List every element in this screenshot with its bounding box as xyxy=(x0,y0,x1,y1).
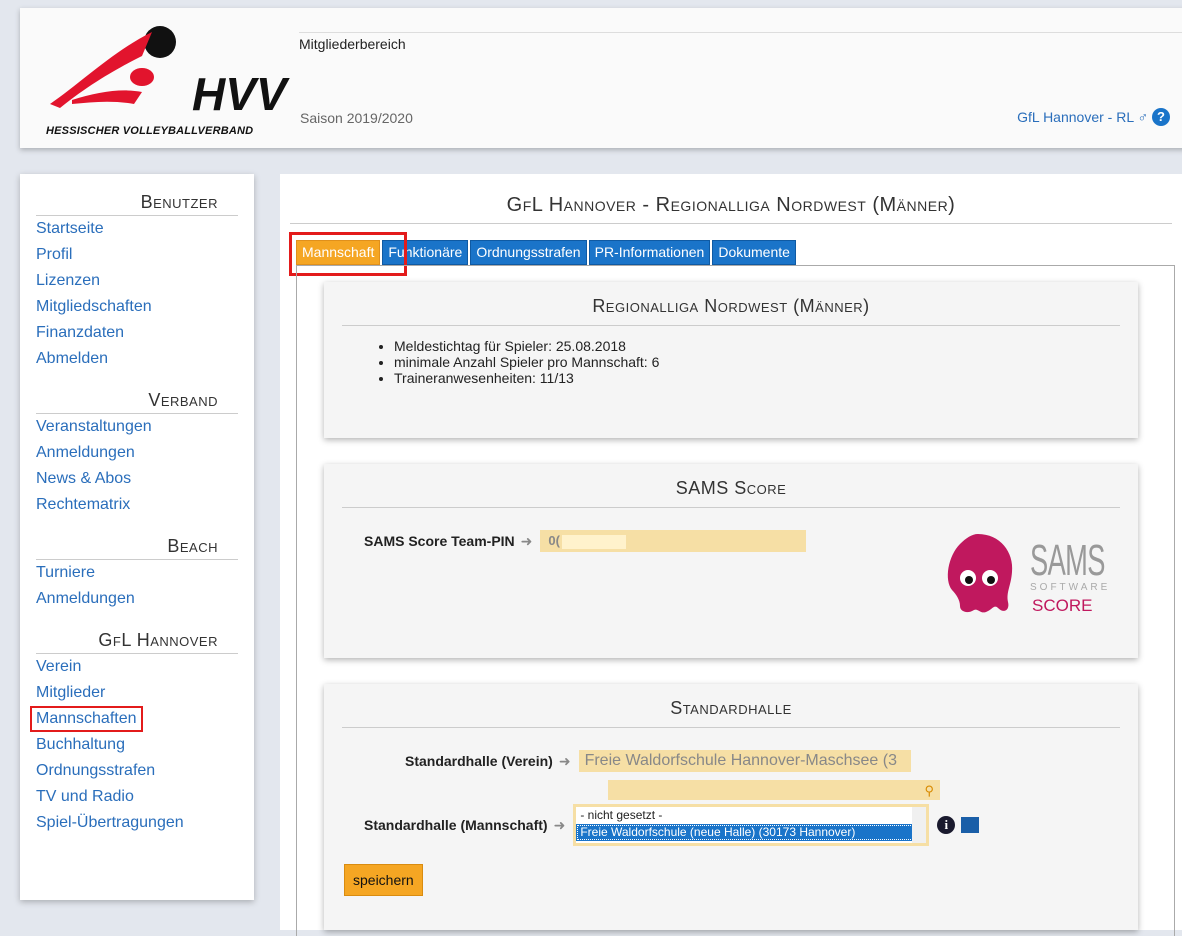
league-card-title: Regionalliga Nordwest (Männer) xyxy=(342,296,1120,326)
sidebar-item-ordnungsstrafen[interactable]: Ordnungsstrafen xyxy=(20,758,254,784)
team-selector[interactable]: GfL Hannover - RL ♂ ? xyxy=(1017,108,1170,126)
sams-logo-sub: SOFTWARE xyxy=(1030,582,1111,593)
sidebar-item-profil[interactable]: Profil xyxy=(20,242,254,268)
mannschaft-hall-label: Standardhalle (Mannschaft) xyxy=(364,817,548,833)
sidebar-item-mannschaften[interactable]: Mannschaften xyxy=(30,706,143,732)
list-item: minimale Anzahl Spieler pro Mannschaft: … xyxy=(394,354,1138,370)
sams-score-logo: SAMS SOFTWARE SCORE xyxy=(938,526,1118,626)
sidebar-item-tv-radio[interactable]: TV und Radio xyxy=(20,784,254,810)
sidebar-section-title: Verband xyxy=(36,390,238,414)
league-info-list: Meldestichtag für Spieler: 25.08.2018 mi… xyxy=(374,338,1138,386)
tab-pr-informationen[interactable]: PR-Informationen xyxy=(588,240,711,265)
standardhalle-card: Standardhalle Standardhalle (Verein) ➜ F… xyxy=(324,684,1138,930)
mannschaft-hall-row: Standardhalle (Mannschaft) ➜ - nicht ges… xyxy=(364,804,980,846)
page-title: GfL Hannover - Regionalliga Nordwest (Mä… xyxy=(290,194,1172,224)
sidebar-section-title: Benutzer xyxy=(36,192,238,216)
pin-label: SAMS Score Team-PIN xyxy=(364,533,515,549)
sams-logo-text: SAMS xyxy=(1030,536,1105,585)
help-icon[interactable]: ? xyxy=(1152,108,1170,126)
hall-search-field[interactable]: ⚲ xyxy=(608,780,940,800)
verein-hall-label: Standardhalle (Verein) xyxy=(405,753,553,769)
header-divider xyxy=(299,32,1182,33)
arrow-icon: ➜ xyxy=(553,816,566,833)
season-label: Saison 2019/2020 xyxy=(300,110,413,126)
listbox-scrollbar[interactable] xyxy=(912,807,927,843)
save-button[interactable]: speichern xyxy=(344,864,423,896)
sams-score-card: SAMS Score SAMS Score Team-PIN ➜ 0( SAMS… xyxy=(324,464,1138,658)
standardhalle-card-title: Standardhalle xyxy=(342,698,1120,728)
tab-ordnungsstrafen[interactable]: Ordnungsstrafen xyxy=(470,240,587,265)
arrow-icon: ➜ xyxy=(520,532,533,549)
sidebar-item-veranstaltungen[interactable]: Veranstaltungen xyxy=(20,414,254,440)
sidebar-section-title: Beach xyxy=(36,536,238,560)
tab-dokumente[interactable]: Dokumente xyxy=(712,240,796,265)
volleyball-player-logo-icon: HVV xyxy=(50,26,290,117)
mannschaft-hall-select[interactable]: - nicht gesetzt - Freie Waldorfschule (n… xyxy=(573,804,930,846)
area-title: Mitgliederbereich xyxy=(299,36,406,52)
map-icon[interactable] xyxy=(961,817,980,833)
header: HVV HESSISCHER VOLLEYBALLVERBAND Mitglie… xyxy=(20,8,1182,148)
hall-option[interactable]: - nicht gesetzt - xyxy=(576,807,926,824)
hvv-logo[interactable]: HVV HESSISCHER VOLLEYBALLVERBAND xyxy=(42,22,292,137)
sidebar-item-buchhaltung[interactable]: Buchhaltung xyxy=(20,732,254,758)
sidebar-item-finanzdaten[interactable]: Finanzdaten xyxy=(20,320,254,346)
sidebar-item-news-abos[interactable]: News & Abos xyxy=(20,466,254,492)
sams-card-title: SAMS Score xyxy=(342,478,1120,508)
list-item: Traineranwesenheiten: 11/13 xyxy=(394,370,1138,386)
pin-field[interactable]: 0( xyxy=(540,530,807,552)
sidebar-item-mitglieder[interactable]: Mitglieder xyxy=(20,680,254,706)
arrow-icon: ➜ xyxy=(558,752,571,769)
sams-mascot-icon xyxy=(947,534,1013,613)
sams-logo-score: SCORE xyxy=(1032,596,1093,615)
sidebar-item-anmeldungen[interactable]: Anmeldungen xyxy=(20,440,254,466)
league-info-card: Regionalliga Nordwest (Männer) Meldestic… xyxy=(324,282,1138,438)
sidebar-item-abmelden[interactable]: Abmelden xyxy=(20,346,254,372)
pin-row: SAMS Score Team-PIN ➜ 0( xyxy=(364,530,807,552)
list-item: Meldestichtag für Spieler: 25.08.2018 xyxy=(394,338,1138,354)
sidebar-item-beach-anmeldungen[interactable]: Anmeldungen xyxy=(20,586,254,612)
sidebar-item-spiel-uebertragungen[interactable]: Spiel-Übertragungen xyxy=(20,810,254,836)
info-icon[interactable]: i xyxy=(937,816,956,834)
team-name[interactable]: GfL Hannover - RL ♂ xyxy=(1017,109,1148,125)
sidebar-item-mitgliedschaften[interactable]: Mitgliedschaften xyxy=(20,294,254,320)
sidebar-item-verein[interactable]: Verein xyxy=(20,654,254,680)
sidebar-item-rechtematrix[interactable]: Rechtematrix xyxy=(20,492,254,518)
pin-value: 0( xyxy=(548,533,560,548)
logo-abbr: HVV xyxy=(192,68,290,117)
logo-fullname: HESSISCHER VOLLEYBALLVERBAND xyxy=(46,125,254,137)
hall-option-selected[interactable]: Freie Waldorfschule (neue Halle) (30173 … xyxy=(576,824,927,841)
sidebar: Benutzer Startseite Profil Lizenzen Mitg… xyxy=(20,174,254,900)
search-icon[interactable]: ⚲ xyxy=(924,783,934,798)
sidebar-item-lizenzen[interactable]: Lizenzen xyxy=(20,268,254,294)
verein-hall-field: Freie Waldorfschule Hannover-Maschsee (3 xyxy=(578,750,911,772)
sidebar-item-turniere[interactable]: Turniere xyxy=(20,560,254,586)
sidebar-section-title: GfL Hannover xyxy=(36,630,238,654)
sidebar-item-startseite[interactable]: Startseite xyxy=(20,216,254,242)
verein-hall-row: Standardhalle (Verein) ➜ Freie Waldorfsc… xyxy=(405,750,911,772)
pin-mask xyxy=(561,534,626,549)
main-content: GfL Hannover - Regionalliga Nordwest (Mä… xyxy=(280,174,1182,936)
